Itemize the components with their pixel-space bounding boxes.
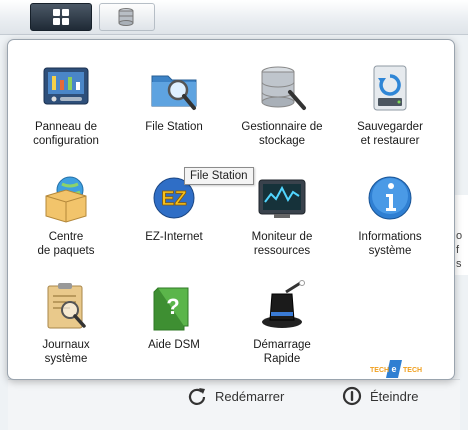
- app-backup[interactable]: Sauvegarder et restaurer: [340, 62, 440, 148]
- shutdown-button[interactable]: Éteindre: [342, 386, 418, 406]
- restart-button[interactable]: Redémarrer: [187, 386, 284, 406]
- file-station-icon: [148, 62, 200, 114]
- background-text: s: [456, 258, 462, 270]
- app-label: File Station: [145, 121, 203, 133]
- backup-icon: [364, 62, 416, 114]
- app-label: Panneau de configuration: [33, 121, 99, 147]
- storage-manager-taskbar-button[interactable]: [99, 3, 155, 31]
- app-label: EZ-Internet: [145, 231, 203, 243]
- app-label: Informations système: [358, 231, 422, 257]
- app-label: Gestionnaire de stockage: [241, 121, 323, 147]
- start-menu-panel: Panneau de configuration File Station Ge: [7, 39, 455, 380]
- app-storage-manager[interactable]: Gestionnaire de stockage: [232, 62, 332, 148]
- app-system-info[interactable]: Informations système: [340, 172, 440, 258]
- app-package-center[interactable]: Centre de paquets: [16, 172, 116, 258]
- app-label: Démarrage Rapide: [253, 339, 311, 365]
- resource-monitor-icon: [256, 172, 308, 224]
- tooltip: File Station: [184, 167, 254, 185]
- background-text: o: [456, 230, 463, 242]
- app-quick-start[interactable]: Démarrage Rapide: [232, 280, 332, 366]
- restart-icon: [188, 388, 206, 405]
- package-center-icon: [40, 172, 92, 224]
- app-label: Journaux système: [42, 339, 90, 365]
- app-system-logs[interactable]: Journaux système: [16, 280, 116, 366]
- logs-icon: [40, 280, 92, 332]
- shutdown-label: Éteindre: [370, 388, 419, 404]
- svg-text:TECH: TECH: [370, 367, 389, 374]
- app-label: Aide DSM: [148, 339, 200, 351]
- restart-label: Redémarrer: [215, 388, 285, 404]
- svg-text:EZ: EZ: [161, 188, 187, 210]
- quick-start-icon: [256, 280, 308, 332]
- background-text: f: [456, 244, 460, 256]
- storage-icon: [118, 8, 134, 26]
- main-menu-button[interactable]: [30, 3, 92, 31]
- svg-text:e: e: [391, 364, 396, 374]
- app-label: Moniteur de ressources: [251, 231, 313, 257]
- storage-manager-icon: [256, 62, 308, 114]
- svg-text:TECH: TECH: [403, 367, 422, 374]
- app-file-station[interactable]: File Station: [124, 62, 224, 134]
- help-icon: ?: [148, 280, 200, 332]
- svg-text:?: ?: [166, 294, 179, 319]
- app-label: Sauvegarder et restaurer: [357, 121, 423, 147]
- taskbar: [0, 0, 468, 35]
- watermark-logo: TECH TECH e: [370, 360, 422, 378]
- power-icon: [342, 386, 362, 406]
- app-control-panel[interactable]: Panneau de configuration: [16, 62, 116, 148]
- app-label: Centre de paquets: [37, 231, 95, 257]
- grid-icon: [53, 9, 69, 25]
- control-panel-icon: [40, 62, 92, 114]
- info-icon: [364, 172, 416, 224]
- app-dsm-help[interactable]: ? Aide DSM: [124, 280, 224, 352]
